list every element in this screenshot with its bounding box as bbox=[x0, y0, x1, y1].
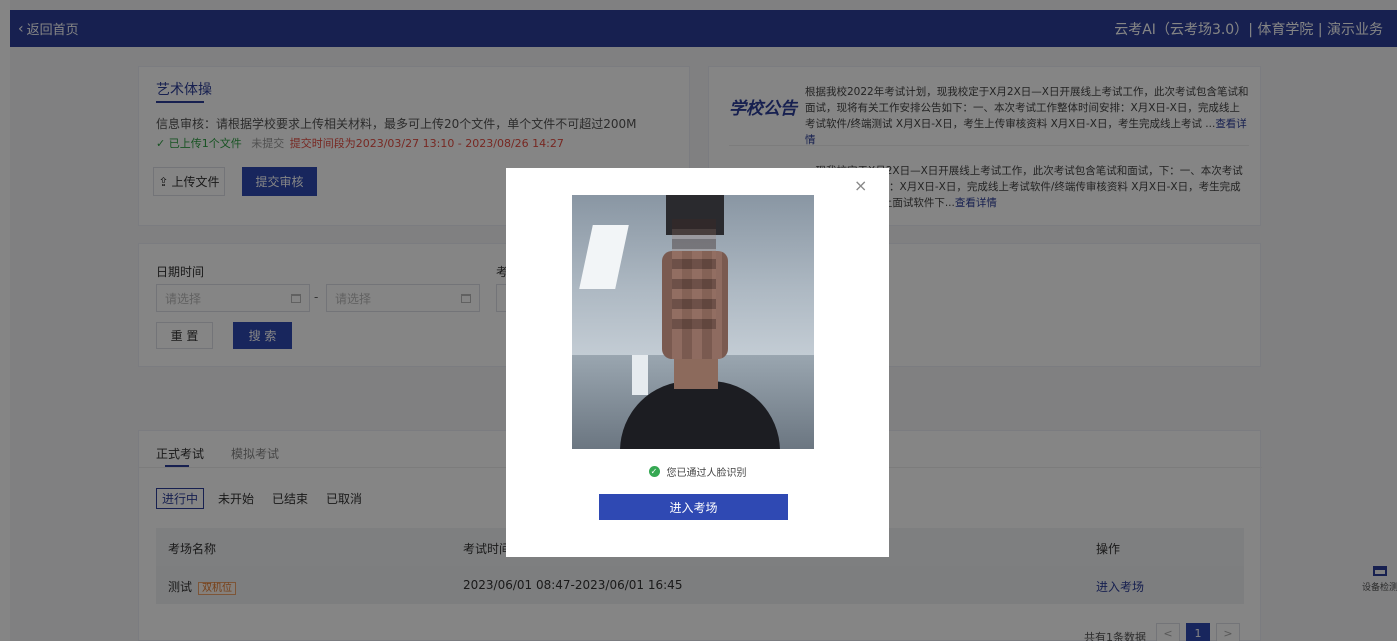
close-icon[interactable]: × bbox=[854, 176, 867, 195]
camera-door-light bbox=[632, 355, 648, 395]
check-circle-icon: ✓ bbox=[648, 466, 660, 477]
enter-exam-button[interactable]: 进入考场 bbox=[599, 494, 788, 520]
camera-preview bbox=[572, 195, 814, 449]
face-status: ✓ 您已通过人脸识别 bbox=[506, 464, 889, 479]
face-recognition-dialog: × ✓ 您已通过人脸识别 进入考场 bbox=[506, 168, 889, 557]
face-status-text: 您已通过人脸识别 bbox=[666, 468, 747, 479]
face-mosaic bbox=[672, 219, 716, 329]
